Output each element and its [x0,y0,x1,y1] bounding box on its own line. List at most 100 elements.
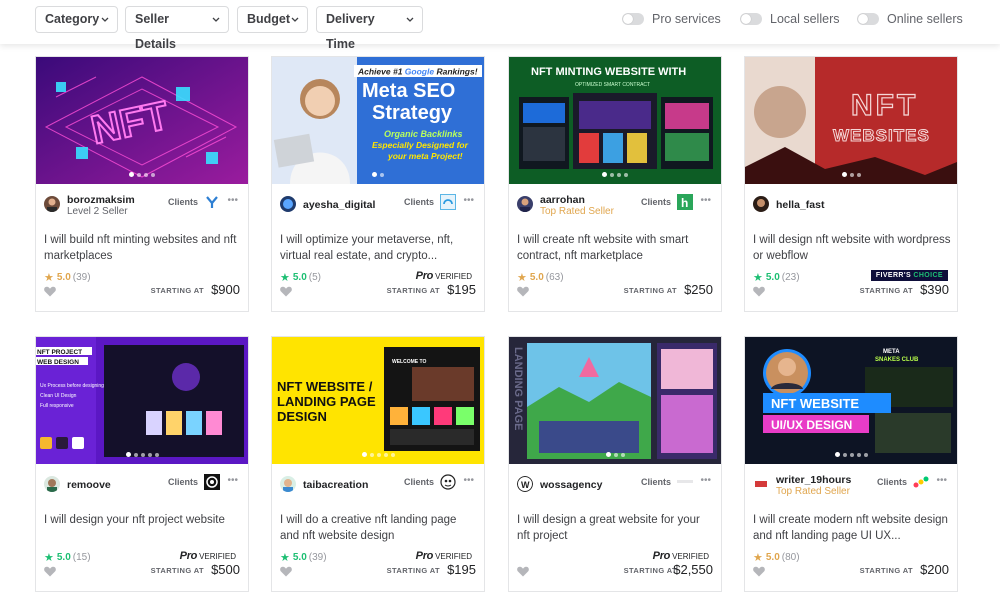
more-options-icon[interactable]: ••• [227,195,238,206]
chevron-down-icon [101,17,109,24]
gig-thumbnail[interactable]: LANDING PAGE [509,337,721,464]
chevron-down-icon [291,17,299,24]
price: $250 [684,282,713,297]
delivery-time-dropdown[interactable]: Delivery Time [316,6,423,51]
rating: ★ 5.0 (39) [44,271,91,284]
thumb-text: NFT PROJECT [37,349,82,356]
gig-card[interactable]: Achieve #1 Google Rankings! Meta SEO Str… [271,56,485,312]
avatar[interactable] [753,196,769,212]
gig-card[interactable]: META SNAKES CLUB NFT WEBSITE UI/UX DESIG… [744,336,958,592]
seller-name[interactable]: aarrohan [540,194,585,206]
carousel-dots[interactable] [745,452,957,457]
client-logo-icon [913,474,929,490]
gig-title[interactable]: I will create modern nft website design … [753,512,951,544]
heart-icon[interactable] [753,564,765,577]
carousel-dots[interactable] [36,452,248,457]
chevron-down-icon [406,17,414,24]
rating-value: 5.0 [529,272,544,283]
more-options-icon[interactable]: ••• [463,475,474,486]
category-dropdown[interactable]: Category [35,6,118,33]
rating: ★ 5.0 (15) [44,551,91,564]
seller-name[interactable]: hella_fast [776,199,824,211]
heart-icon[interactable] [280,284,292,297]
gig-card[interactable]: LANDING PAGE W wossagency Clients ••• I … [508,336,722,592]
carousel-dots[interactable] [272,172,484,177]
toggle-switch[interactable] [857,13,879,25]
clients-label: Clients [403,477,434,487]
gig-card[interactable]: NFT WEBSITES hella_fast I will design nf… [744,56,958,312]
gig-title[interactable]: I will do a creative nft landing page an… [280,512,478,544]
heart-icon[interactable] [517,564,529,577]
gig-thumbnail[interactable]: META SNAKES CLUB NFT WEBSITE UI/UX DESIG… [745,337,957,464]
rating: ★ 5.0 (23) [753,271,800,284]
heart-icon[interactable] [753,284,765,297]
heart-icon[interactable] [44,564,56,577]
gig-thumbnail[interactable]: NFT PROJECT WEB DESIGN Ux Process before… [36,337,248,464]
gig-thumbnail[interactable]: NFT WEBSITES [745,57,957,184]
carousel-dots[interactable] [36,172,248,177]
seller-details-dropdown[interactable]: Seller Details [125,6,229,51]
online-sellers-toggle[interactable]: Online sellers [857,12,963,26]
gig-title[interactable]: I will design nft website with wordpress… [753,232,951,264]
gig-card[interactable]: NFT MINTING WEBSITE WITH OPTIMIZED SMART… [508,56,722,312]
gig-title[interactable]: I will design a great website for your n… [517,512,715,544]
local-sellers-toggle[interactable]: Local sellers [740,12,839,26]
client-logo-icon [440,194,456,210]
review-count: (5) [308,272,322,283]
more-options-icon[interactable]: ••• [700,195,711,206]
seller-name[interactable]: remoove [67,479,111,491]
gig-card[interactable]: NFT PROJECT WEB DESIGN Ux Process before… [35,336,249,592]
thumb-text: WEBSITES [833,126,930,145]
toggle-switch[interactable] [740,13,762,25]
gig-thumbnail[interactable]: NFT MINTING WEBSITE WITH OPTIMIZED SMART… [509,57,721,184]
carousel-dots[interactable] [509,172,721,177]
gig-title[interactable]: I will design your nft project website [44,512,242,528]
avatar[interactable] [280,196,296,212]
more-options-icon[interactable]: ••• [936,475,947,486]
pro-services-toggle[interactable]: Pro services [622,12,721,26]
seller-name[interactable]: borozmaksim [67,194,135,206]
clients-label: Clients [640,477,671,487]
starting-at-label: STARTING AT [623,566,677,575]
carousel-dots[interactable] [509,452,721,457]
seller-info: ayesha_digital Clients ••• [280,194,476,226]
price: $195 [447,282,476,297]
avatar[interactable] [44,196,60,212]
budget-dropdown[interactable]: Budget [237,6,308,33]
seller-name[interactable]: ayesha_digital [303,199,375,211]
heart-icon[interactable] [517,284,529,297]
clients-label: Clients [876,477,907,487]
avatar[interactable] [517,196,533,212]
avatar[interactable] [753,476,769,492]
more-options-icon[interactable]: ••• [463,195,474,206]
thumb-text: Organic Backlinks [384,129,463,139]
seller-name[interactable]: writer_19hours [776,474,851,486]
gig-thumbnail[interactable]: NFT [36,57,248,184]
heart-icon[interactable] [44,284,56,297]
seller-name[interactable]: taibacreation [303,479,368,491]
rating-value: 5.0 [292,552,307,563]
carousel-dots[interactable] [745,172,957,177]
more-options-icon[interactable]: ••• [227,475,238,486]
avatar[interactable] [44,476,60,492]
gig-card[interactable]: NFT borozmaksim Level 2 Seller Clients •… [35,56,249,312]
gig-title[interactable]: I will create nft website with smart con… [517,232,715,264]
svg-text:Achieve #1 Google Rankings!: Achieve #1 Google Rankings! [357,67,478,77]
heart-icon[interactable] [280,564,292,577]
gig-title[interactable]: I will optimize your metaverse, nft, vir… [280,232,478,264]
rating: ★ 5.0 (39) [280,551,327,564]
client-logo-icon: h [677,194,693,210]
gig-card[interactable]: NFT WEBSITE / LANDING PAGE DESIGN WELCOM… [271,336,485,592]
seller-name[interactable]: wossagency [540,479,602,491]
more-options-icon[interactable]: ••• [700,475,711,486]
rating-value: 5.0 [765,552,780,563]
avatar[interactable] [280,476,296,492]
avatar[interactable]: W [517,476,533,492]
gig-thumbnail[interactable]: NFT WEBSITE / LANDING PAGE DESIGN WELCOM… [272,337,484,464]
gig-title[interactable]: I will build nft minting websites and nf… [44,232,242,264]
toggle-switch[interactable] [622,13,644,25]
carousel-dots[interactable] [272,452,484,457]
thumb-text: Clean UI Design [40,393,77,399]
gig-thumbnail[interactable]: Achieve #1 Google Rankings! Meta SEO Str… [272,57,484,184]
rating: ★ 5.0 (5) [280,271,321,284]
